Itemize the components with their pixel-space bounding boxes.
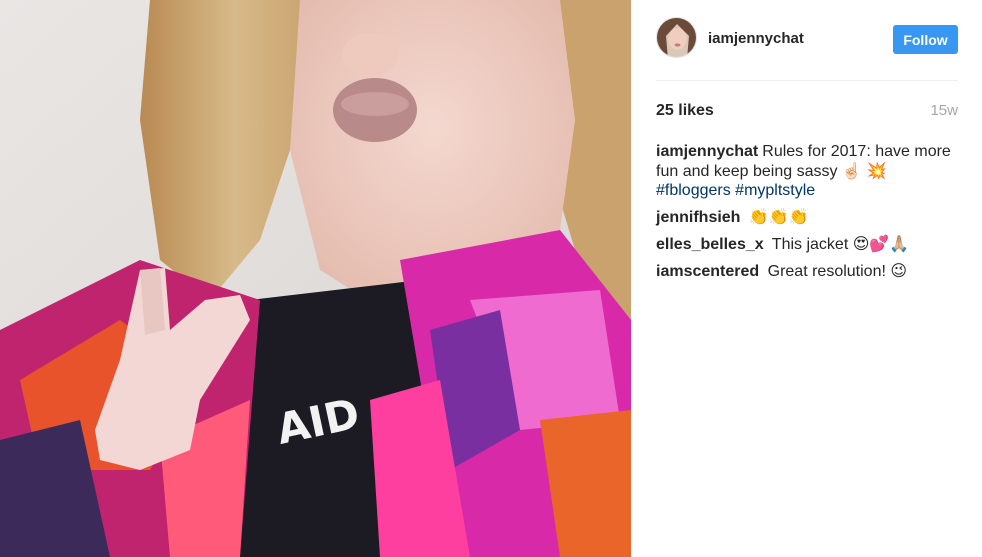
comment-text: Great resolution! xyxy=(767,263,886,280)
post-header: iamjennychat Follow xyxy=(656,17,958,81)
comment-emojis: 👏👏👏 xyxy=(748,207,809,226)
comment-username[interactable]: jennifhsieh xyxy=(656,209,740,226)
comment-emojis: 😉 xyxy=(890,261,908,280)
avatar[interactable] xyxy=(656,17,697,58)
comment-item: iamscentered Great resolution! 😉 xyxy=(656,261,958,281)
avatar-image xyxy=(657,18,696,57)
post-details-panel: iamjennychat Follow 25 likes 15w iamjenn… xyxy=(631,0,982,557)
comment-item: jennifhsieh 👏👏👏 xyxy=(656,207,958,227)
caption-username[interactable]: iamjennychat xyxy=(656,143,758,160)
post-username[interactable]: iamjennychat xyxy=(708,30,804,47)
likes-count[interactable]: 25 likes xyxy=(656,102,714,120)
hashtag-link[interactable]: #mypltstyle xyxy=(735,182,815,199)
post-timestamp[interactable]: 15w xyxy=(930,102,958,119)
caption: iamjennychat Rules for 2017: have more fu… xyxy=(656,142,958,200)
follow-button[interactable]: Follow xyxy=(893,25,958,54)
likes-row: 25 likes 15w xyxy=(656,102,958,120)
hashtag-link[interactable]: #fbloggers xyxy=(656,182,731,199)
comment-list: iamjennychat Rules for 2017: have more fu… xyxy=(656,142,958,288)
comment-text: This jacket xyxy=(771,236,849,253)
post-photo[interactable]: AID xyxy=(0,0,631,557)
comment-username[interactable]: iamscentered xyxy=(656,263,759,280)
comment-username[interactable]: elles_belles_x xyxy=(656,236,764,253)
comment-emojis: 😍💕🙏🏼 xyxy=(852,234,910,253)
comment-item: elles_belles_x This jacket 😍💕🙏🏼 xyxy=(656,234,958,254)
caption-emojis: ☝🏻 💥 xyxy=(841,161,887,180)
photo-illustration: AID xyxy=(0,0,631,557)
